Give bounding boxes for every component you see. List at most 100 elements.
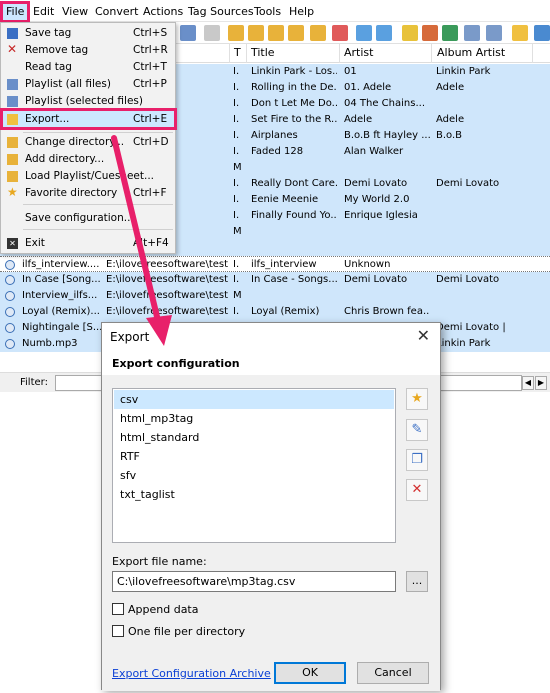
menu-item-remove-tag[interactable]: ✕ Remove tag Ctrl+R: [2, 42, 175, 58]
cancel-button[interactable]: Cancel: [357, 662, 429, 684]
menu-item-add-directory[interactable]: Add directory...: [2, 151, 175, 167]
menu-tools[interactable]: Tools: [250, 3, 285, 21]
delete-config-icon[interactable]: ✕: [406, 479, 428, 501]
menu-item-favorite-directory[interactable]: ★ Favorite directory Ctrl+F: [2, 185, 175, 201]
table-row[interactable]: Loyal (Remix)... E:\ilovefreesoftware\tes…: [0, 304, 550, 320]
one-file-per-directory-checkbox[interactable]: [112, 625, 124, 637]
list-item[interactable]: html_mp3tag: [114, 409, 394, 428]
list-item[interactable]: txt_taglist: [114, 485, 394, 504]
menu-item-playlist-selected[interactable]: Playlist (selected files): [2, 93, 175, 109]
menu-item-label: Exit: [25, 237, 45, 249]
list-item[interactable]: html_standard: [114, 428, 394, 447]
cell-title: ilfs_interview: [251, 259, 317, 270]
tag-icon[interactable]: [228, 25, 244, 41]
save-icon: [7, 28, 18, 39]
menu-edit[interactable]: Edit: [29, 3, 58, 21]
menu-item-exit[interactable]: ✕ Exit Alt+F4: [2, 235, 175, 251]
menu-item-shortcut: Alt+F4: [133, 237, 169, 249]
cell-tag: I.: [233, 66, 240, 77]
menu-item-save-tag[interactable]: Save tag Ctrl+S: [2, 25, 175, 41]
options-icon[interactable]: [464, 25, 480, 41]
refresh-icon[interactable]: [180, 25, 196, 41]
cell-artist: Alan Walker: [344, 146, 404, 157]
menu-separator: [23, 132, 173, 133]
scroll-left-icon[interactable]: ◀: [522, 376, 534, 390]
cell-path: E:\ilovefreesoftware\test\: [106, 290, 228, 301]
column-separator: [532, 44, 533, 63]
playlist-selected-icon: [7, 96, 18, 107]
cell-tag: I.: [233, 114, 240, 125]
audio-file-icon: [5, 275, 15, 285]
ok-button[interactable]: OK: [274, 662, 346, 684]
export-file-name-input[interactable]: C:\ilovefreesoftware\mp3tag.csv: [112, 571, 396, 592]
folder-open-icon: [7, 137, 18, 148]
about-icon[interactable]: [534, 25, 550, 41]
folder-icon[interactable]: [442, 25, 458, 41]
album-icon[interactable]: [422, 25, 438, 41]
list-item[interactable]: RTF: [114, 447, 394, 466]
menu-separator: [23, 229, 173, 230]
tag-filename-icon[interactable]: [248, 25, 264, 41]
scroll-right-icon[interactable]: ▶: [535, 376, 547, 390]
case-conversion-icon[interactable]: [376, 25, 392, 41]
cell-artist: Enrique Iglesia: [344, 210, 418, 221]
menu-item-label: Add directory...: [25, 153, 105, 165]
cell-tag: I.: [233, 178, 240, 189]
tag-tag-icon[interactable]: [288, 25, 304, 41]
list-item[interactable]: sfv: [114, 466, 394, 485]
export-icon: [7, 114, 18, 125]
export-configuration-heading: Export configuration: [112, 357, 240, 370]
menu-item-change-directory[interactable]: Change directory... Ctrl+D: [2, 134, 175, 150]
menu-help[interactable]: Help: [285, 3, 318, 21]
list-item[interactable]: csv: [114, 390, 394, 409]
close-icon[interactable]: ✕: [417, 326, 430, 345]
append-data-checkbox[interactable]: [112, 603, 124, 615]
menu-item-label: Change directory...: [25, 136, 125, 148]
menu-item-playlist-all[interactable]: Playlist (all files) Ctrl+P: [2, 76, 175, 92]
column-header-tag[interactable]: T: [234, 46, 241, 59]
tag-sources-icon[interactable]: [402, 25, 418, 41]
table-row[interactable]: In Case [Song... E:\ilovefreesoftware\tes…: [0, 272, 550, 288]
dialog-header: Export configuration: [102, 351, 440, 375]
star-icon[interactable]: [512, 25, 528, 41]
copy-config-icon[interactable]: ❐: [406, 449, 428, 471]
cell-tag: M: [233, 226, 242, 237]
cell-title: Eenie Meenie: [251, 194, 319, 205]
print-icon[interactable]: [204, 25, 220, 41]
cell-tag: I.: [233, 259, 240, 270]
menu-tag-sources[interactable]: Tag Sources: [184, 3, 258, 21]
table-row[interactable]: ilfs_interview.... E:\ilovefreesoftware\t…: [0, 256, 550, 272]
menu-view[interactable]: View: [58, 3, 92, 21]
actions-icon[interactable]: [332, 25, 348, 41]
toolbar: [176, 22, 550, 44]
menu-actions[interactable]: Actions: [139, 3, 187, 21]
table-row[interactable]: Interview_ilfs... E:\ilovefreesoftware\te…: [0, 288, 550, 304]
export-configuration-list[interactable]: csv html_mp3tag html_standard RTF sfv tx…: [112, 388, 396, 543]
filename-tag-icon[interactable]: [268, 25, 284, 41]
cell-title: Finally Found Yo...: [251, 210, 337, 221]
menu-item-read-tag[interactable]: Read tag Ctrl+T: [2, 59, 175, 75]
column-header-title[interactable]: Title: [251, 46, 275, 59]
menu-item-save-configuration[interactable]: Save configuration...: [2, 210, 175, 226]
quick-actions-icon[interactable]: [356, 25, 372, 41]
column-header-artist[interactable]: Artist: [344, 46, 373, 59]
new-config-star-icon[interactable]: ★: [406, 388, 428, 410]
help-icon[interactable]: [486, 25, 502, 41]
cell-tag: I.: [233, 274, 240, 285]
cell-title: In Case - Songs...: [251, 274, 337, 285]
menu-convert[interactable]: Convert: [91, 3, 143, 21]
menu-file[interactable]: File: [0, 1, 31, 23]
cell-tag: I.: [233, 194, 240, 205]
cell-album-artist: Linkin Park: [436, 66, 491, 77]
text-tag-icon[interactable]: [310, 25, 326, 41]
menu-item-export[interactable]: Export... Ctrl+E: [0, 108, 177, 130]
menu-item-load-playlist[interactable]: Load Playlist/Cuesheet...: [2, 168, 175, 184]
edit-config-icon[interactable]: ✎: [406, 419, 428, 441]
cell-artist: 01. Adele: [344, 82, 392, 93]
column-separator: [339, 44, 340, 63]
cell-artist: Chris Brown fea...: [344, 306, 430, 317]
export-configuration-archive-link[interactable]: Export Configuration Archive: [112, 667, 271, 680]
cell-title: Loyal (Remix): [251, 306, 320, 317]
column-header-album-artist[interactable]: Album Artist: [437, 46, 505, 59]
browse-button[interactable]: ...: [406, 571, 428, 592]
